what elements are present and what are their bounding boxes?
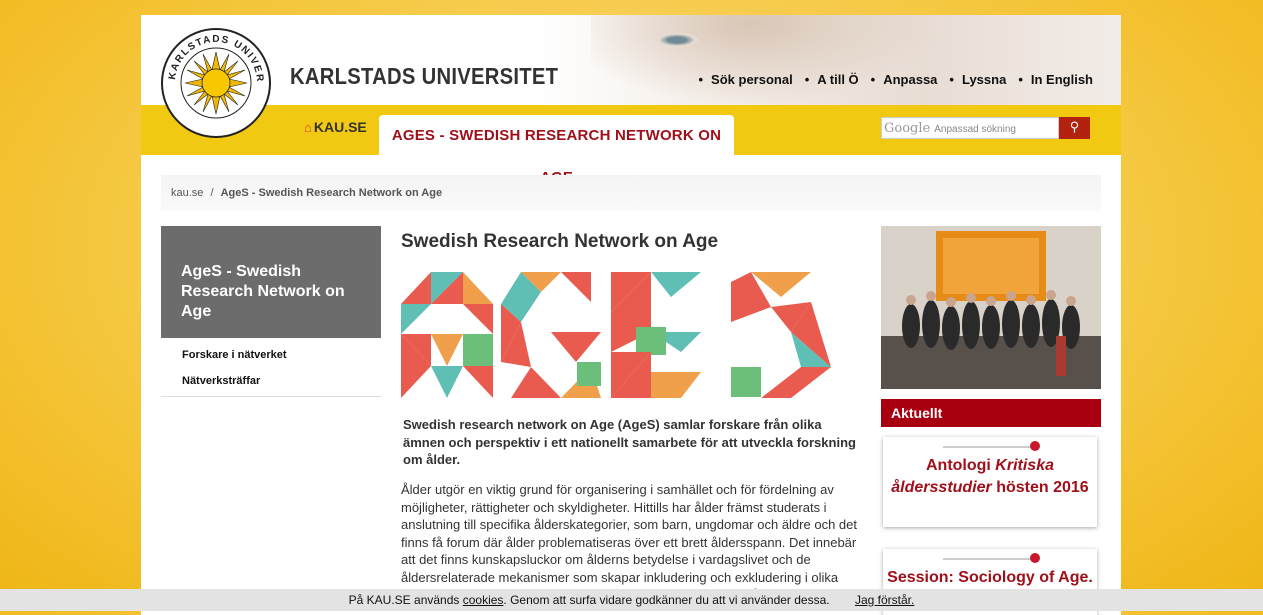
right-column: Aktuellt Antologi Kritiska åldersstudier… [881, 226, 1101, 615]
header-photo-eye [656, 33, 698, 47]
google-logo: Google [884, 121, 931, 136]
intro-body: Ålder utgör en viktig grund för organise… [401, 482, 857, 602]
university-name[interactable]: KARLSTADS UNIVERSITET [290, 63, 558, 90]
nav-home[interactable]: ⌂ KAU.SE [304, 119, 367, 135]
cookie-prefix: På KAU.SE används [348, 593, 463, 607]
ages-letter-a [401, 272, 493, 398]
news-card-antologi-prefix: Antologi [925, 457, 996, 474]
pin-icon [943, 441, 1040, 451]
top-link-anpassa[interactable]: Anpassa [871, 72, 937, 87]
top-links: Sök personal A till Ö Anpassa Lyssna In … [686, 72, 1093, 87]
page-container: KARLSTADS UNIVERSITET Sök personal A til… [141, 15, 1121, 615]
page-title: Swedish Research Network on Age [401, 231, 719, 252]
search-icon: ⚲ [1069, 119, 1080, 134]
search-input[interactable]: Google Anpassad sökning [881, 117, 1059, 139]
network-group-photo [881, 226, 1101, 389]
top-link-lyssna[interactable]: Lyssna [949, 72, 1006, 87]
cookie-suffix: . Genom att surfa vidare godkänner du at… [503, 593, 830, 607]
group-photo-image [881, 226, 1101, 389]
news-card-antologi-suffix: hösten 2016 [991, 479, 1089, 496]
ages-letter-s [731, 272, 831, 398]
sidebar-item-natverkstraffar[interactable]: Nätverksträffar [161, 368, 381, 394]
sun-seal-icon: KARLSTADS UNIVERSITET [163, 30, 267, 134]
sidebar-item-forskare[interactable]: Forskare i nätverket [161, 342, 381, 368]
sidebar-title[interactable]: AgeS - Swedish Research Network on Age [161, 226, 381, 338]
top-link-in-english[interactable]: In English [1018, 72, 1093, 87]
cookie-link[interactable]: cookies [463, 593, 504, 607]
breadcrumb-current: AgeS - Swedish Research Network on Age [220, 187, 443, 199]
breadcrumb-home[interactable]: kau.se [171, 187, 203, 199]
search-form: Google Anpassad sökning ⚲ [881, 117, 1090, 139]
search-button[interactable]: ⚲ [1059, 117, 1090, 139]
news-card-session-text: Session: Sociology of Age. [887, 569, 1093, 586]
pin-icon [943, 553, 1040, 563]
breadcrumb-separator: / [210, 187, 214, 199]
ages-letter-e [611, 272, 701, 398]
cookie-accept-button[interactable]: Jag förstår. [855, 593, 914, 607]
main-content: Swedish Research Network on Age Swedish … [401, 226, 861, 602]
nav-bar: ⌂ KAU.SE AGES - SWEDISH RESEARCH NETWORK … [141, 105, 1121, 186]
cookie-bar: På KAU.SE används cookies. Genom att sur… [0, 589, 1263, 611]
aktuellt-heading: Aktuellt [881, 399, 1101, 427]
top-link-a-till-o[interactable]: A till Ö [805, 72, 858, 87]
breadcrumb: kau.se / AgeS - Swedish Research Network… [161, 175, 1101, 211]
header: KARLSTADS UNIVERSITET Sök personal A til… [141, 15, 1121, 105]
university-logo[interactable]: KARLSTADS UNIVERSITET [161, 28, 271, 138]
top-link-sok-personal[interactable]: Sök personal [698, 72, 793, 87]
sidebar-divider [161, 396, 381, 397]
tab-ages[interactable]: AGES - SWEDISH RESEARCH NETWORK ON AGE [379, 115, 734, 186]
intro-lead: Swedish research network on Age (AgeS) s… [403, 417, 856, 467]
news-card-antologi[interactable]: Antologi Kritiska åldersstudier hösten 2… [883, 437, 1097, 527]
home-icon: ⌂ [304, 120, 312, 135]
ages-letter-g [501, 272, 601, 398]
header-photo [591, 15, 941, 105]
nav-home-label: KAU.SE [313, 119, 367, 135]
search-placeholder: Anpassad sökning [934, 124, 1016, 135]
ages-logo-image [401, 272, 831, 398]
sidebar: AgeS - Swedish Research Network on Age F… [161, 226, 381, 397]
